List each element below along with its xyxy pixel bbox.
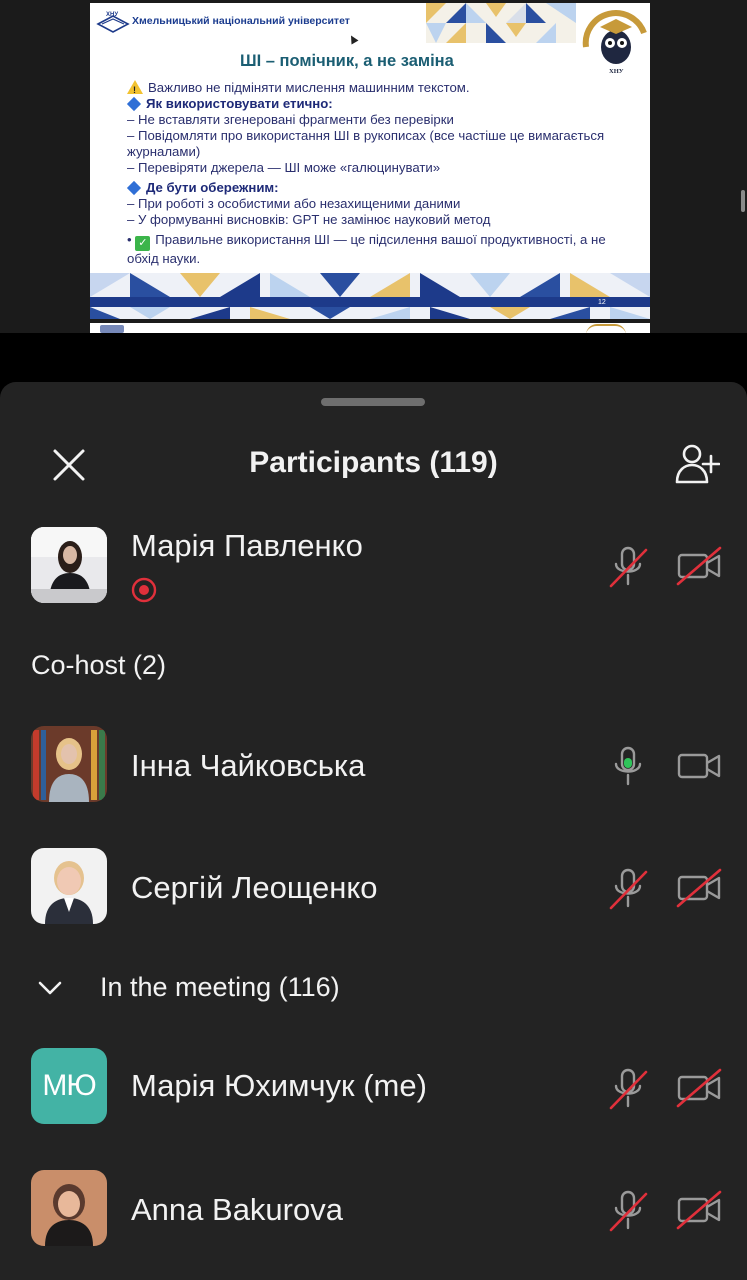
slide-line: – Перевіряти джерела — ШІ може «галюцину… <box>127 160 441 175</box>
avatar-photo <box>31 527 107 603</box>
university-logo-text: ХНУ <box>106 12 118 18</box>
video-icon[interactable] <box>676 746 722 786</box>
slide-line: Важливо не підміняти мислення машинним т… <box>148 80 470 95</box>
chevron-down-icon[interactable] <box>36 977 64 999</box>
share-scrollbar[interactable] <box>741 190 745 212</box>
participant-row-me[interactable]: МЮ Марія Юхимчук (me) <box>0 1048 747 1148</box>
participant-name: Інна Чайковська <box>131 748 366 783</box>
drag-handle[interactable] <box>321 398 425 406</box>
video-off-icon[interactable] <box>676 546 722 586</box>
slide-title: ШІ – помічник, а не заміна <box>240 52 454 70</box>
avatar <box>31 848 107 924</box>
avatar <box>31 527 107 603</box>
cohost-section-header: Co-host (2) <box>31 650 167 680</box>
shared-screen: ХНУ Хмельницький національний університе… <box>0 0 747 333</box>
avatar: МЮ <box>31 1048 107 1124</box>
university-name: Хмельницький національний університет <box>132 15 350 27</box>
mic-active-icon[interactable] <box>607 744 649 788</box>
student-society-badge: ХНУ <box>581 7 649 75</box>
badge-mini <box>586 324 626 333</box>
participant-row[interactable]: Інна Чайковська <box>0 726 747 826</box>
video-off-icon[interactable] <box>676 1068 722 1108</box>
avatar-photo <box>31 726 107 802</box>
meeting-section-header[interactable]: In the meeting (116) <box>100 972 340 1003</box>
slide-line: – При роботі з особистими або незахищени… <box>127 196 461 211</box>
mic-muted-icon[interactable] <box>607 1188 649 1232</box>
avatar-initials: МЮ <box>31 1048 107 1124</box>
blue-diamond-icon <box>126 180 142 196</box>
mouse-cursor-icon <box>347 33 359 45</box>
recording-icon <box>131 577 157 603</box>
blue-diamond-icon <box>126 96 142 112</box>
add-person-icon[interactable] <box>674 442 720 486</box>
presentation-slide: ХНУ Хмельницький національний університе… <box>90 3 650 319</box>
video-off-icon[interactable] <box>676 1190 722 1230</box>
participant-name: Марія Павленко <box>131 528 363 563</box>
warning-icon <box>127 80 143 98</box>
university-logo-mini <box>100 325 124 333</box>
university-logo: ХНУ <box>96 12 130 33</box>
avatar <box>31 726 107 802</box>
participant-row[interactable]: Anna Bakurova <box>0 1170 747 1270</box>
slide-page-number: 12 <box>598 299 606 306</box>
avatar-photo <box>31 848 107 924</box>
participant-name: Сергій Леощенко <box>131 870 378 905</box>
slide-line-heading: Де бути обережним: <box>146 180 279 195</box>
participants-title: Participants (119) <box>249 446 498 479</box>
participant-row[interactable]: Сергій Леощенко <box>0 848 747 948</box>
slide-line: – У формуванні висновків: GPT не замінює… <box>127 212 491 227</box>
video-off-icon[interactable] <box>676 868 722 908</box>
slide-line: – Повідомляти про використання ШІ в руко… <box>127 128 605 159</box>
participants-sheet: Participants (119) Марія Павленко Co-hos… <box>0 382 747 1280</box>
participant-name: Марія Юхимчук (me) <box>131 1068 427 1103</box>
slide-line-conclusion: • ✓ Правильне використання ШІ — це підсил… <box>127 232 627 267</box>
participant-name: Anna Bakurova <box>131 1192 343 1227</box>
check-icon: ✓ <box>135 236 151 251</box>
badge-short-text: ХНУ <box>609 68 624 75</box>
decorative-pattern-top <box>426 3 576 43</box>
mic-muted-icon[interactable] <box>607 1066 649 1110</box>
slide-line: – Не вставляти згенеровані фрагменти без… <box>127 112 454 127</box>
mic-muted-icon[interactable] <box>607 866 649 910</box>
next-slide-preview <box>90 323 650 333</box>
avatar-photo <box>31 1170 107 1246</box>
bullet: • <box>127 232 132 247</box>
slide-line-heading: Як використовувати етично: <box>146 96 333 111</box>
avatar <box>31 1170 107 1246</box>
decorative-pattern-bottom <box>90 273 650 319</box>
slide-line: Правильне використання ШІ — це підсиленн… <box>127 232 606 266</box>
mic-muted-icon[interactable] <box>607 544 649 588</box>
participant-row-host[interactable]: Марія Павленко <box>0 526 747 626</box>
slide-content: Важливо не підміняти мислення машинним т… <box>126 80 627 267</box>
